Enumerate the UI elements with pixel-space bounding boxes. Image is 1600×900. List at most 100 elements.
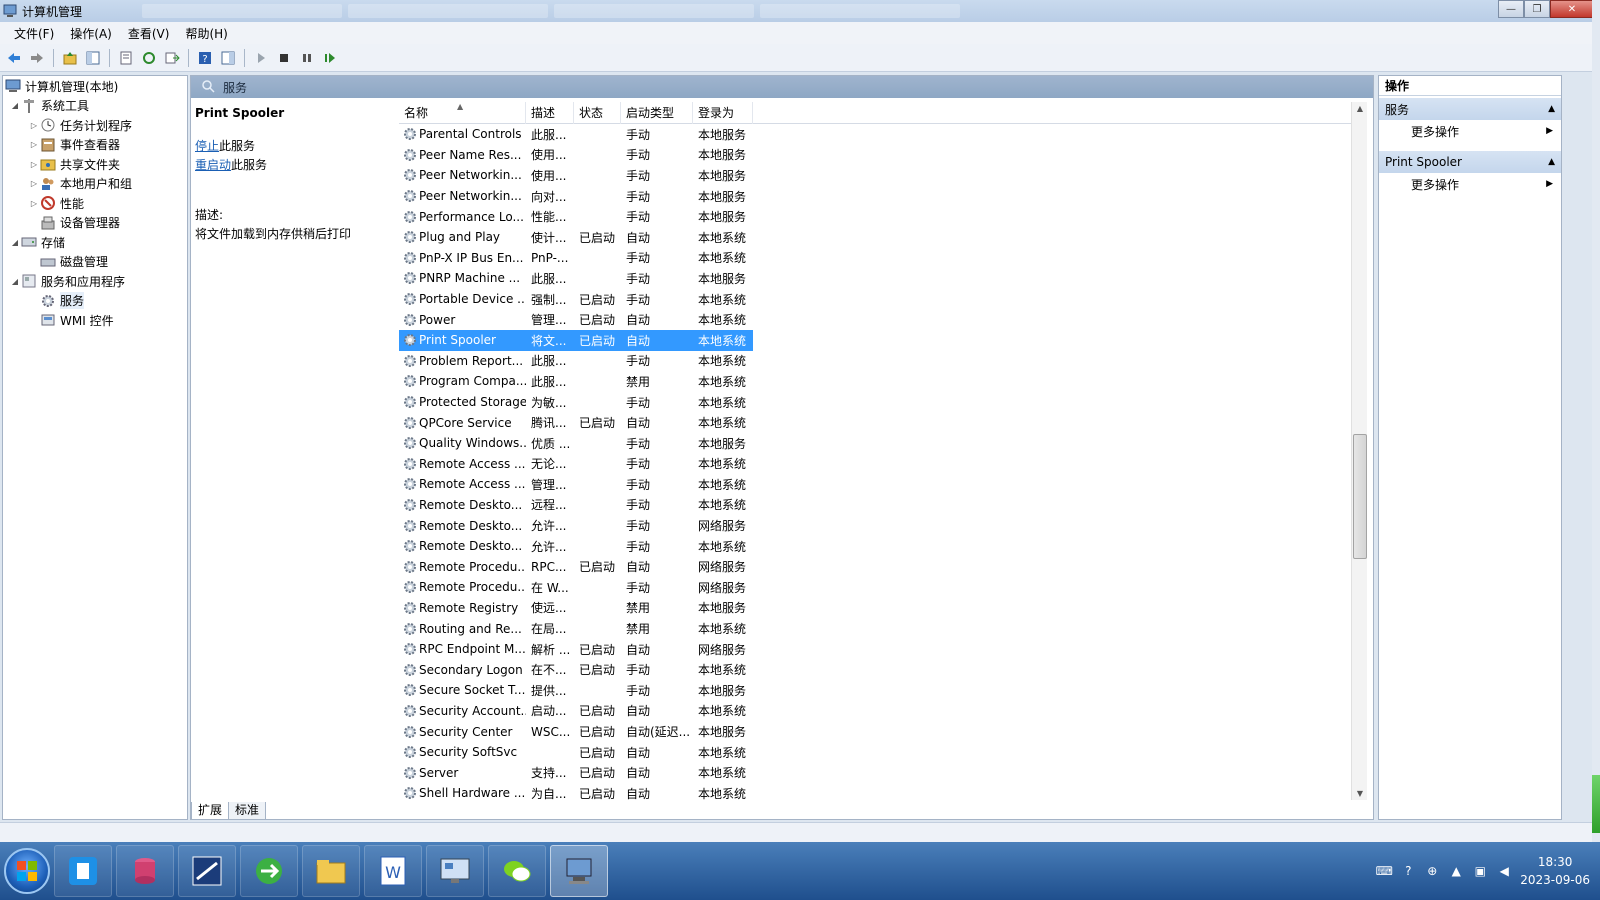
volume-muted-icon[interactable]: ◀ [1496, 863, 1512, 879]
help-icon[interactable]: ? [195, 48, 215, 68]
pause-service-icon[interactable] [297, 48, 317, 68]
tab-standard[interactable]: 标准 [228, 802, 267, 820]
table-row[interactable]: Secondary Logon 在不... 已启动 手动 本地系统 [399, 659, 753, 680]
back-icon[interactable] [4, 48, 24, 68]
actions-section-print-spooler[interactable]: Print Spooler ▲ [1379, 151, 1561, 173]
more-actions-services[interactable]: 更多操作 ▶ [1379, 120, 1561, 142]
export-list-icon[interactable] [162, 48, 182, 68]
taskbar-app-computer-management[interactable] [550, 845, 608, 897]
tree-system-tools[interactable]: ◢ 系统工具 [9, 96, 89, 116]
table-row[interactable]: Secure Socket T... 提供... 手动 本地服务 [399, 680, 753, 701]
minimize-button[interactable]: — [1498, 0, 1524, 18]
scroll-up-icon[interactable]: ▲ [1352, 104, 1368, 113]
network-icon[interactable]: ▣ [1472, 863, 1488, 879]
table-row[interactable]: Remote Deskto... 远程... 手动 本地系统 [399, 495, 753, 516]
help-tray-icon[interactable]: ? [1400, 863, 1416, 879]
table-row[interactable]: Problem Report... 此服... 手动 本地系统 [399, 351, 753, 372]
tree-services[interactable]: 服务 [40, 291, 85, 311]
taskbar-app-remote[interactable] [426, 845, 484, 897]
table-row[interactable]: Print Spooler 将文... 已启动 自动 本地系统 [399, 329, 753, 351]
table-row[interactable]: Security Center WSC... 已启动 自动(延迟... 本地服务 [399, 721, 753, 742]
tree-device-manager[interactable]: 设备管理器 [40, 213, 120, 233]
tree-event-viewer[interactable]: ▷ 事件查看器 [28, 135, 120, 155]
tree-disk-management[interactable]: 磁盘管理 [40, 252, 108, 272]
table-row[interactable]: Peer Networkin... 向对... 手动 本地服务 [399, 186, 753, 207]
restart-service-link[interactable]: 重启动 [195, 158, 231, 172]
collapse-arrow-icon[interactable]: ◢ [9, 101, 21, 110]
start-service-icon[interactable] [251, 48, 271, 68]
table-row[interactable]: Server 支持... 已启动 自动 本地系统 [399, 762, 753, 783]
stop-service-icon[interactable] [274, 48, 294, 68]
column-startup-type[interactable]: 启动类型 [621, 102, 693, 124]
taskbar-app-database[interactable] [116, 845, 174, 897]
column-name[interactable]: ▲ 名称 [399, 102, 526, 124]
actions-section-services[interactable]: 服务 ▲ [1379, 98, 1561, 120]
collapse-up-icon[interactable]: ▲ [1548, 104, 1555, 114]
tree-shared-folders[interactable]: ▷ 共享文件夹 [28, 154, 120, 174]
table-row[interactable]: Protected Storage 为敏... 手动 本地系统 [399, 392, 753, 413]
taskbar-app-word[interactable]: W [364, 845, 422, 897]
menu-help[interactable]: 帮助(H) [177, 25, 235, 42]
table-row[interactable]: PNRP Machine ... 此服... 手动 本地服务 [399, 268, 753, 289]
table-row[interactable]: Remote Deskto... 允许... 手动 本地系统 [399, 536, 753, 557]
tree-local-users[interactable]: ▷ 本地用户和组 [28, 174, 132, 194]
table-row[interactable]: Peer Name Res... 使用... 手动 本地服务 [399, 145, 753, 166]
keyboard-icon[interactable]: ⌨ [1376, 863, 1393, 879]
table-row[interactable]: Remote Deskto... 允许... 手动 网络服务 [399, 515, 753, 536]
column-description[interactable]: 描述 [526, 102, 574, 124]
collapse-arrow-icon[interactable]: ◢ [9, 238, 21, 247]
table-row[interactable]: Security SoftSvc 已启动 自动 本地系统 [399, 742, 753, 763]
table-row[interactable]: Quality Windows... 优质 ... 手动 本地服务 [399, 433, 753, 454]
menu-file[interactable]: 文件(F) [6, 25, 62, 42]
table-row[interactable]: Peer Networkin... 使用... 手动 本地服务 [399, 165, 753, 186]
taskbar-app-wechat[interactable] [488, 845, 546, 897]
forward-icon[interactable] [27, 48, 47, 68]
table-row[interactable]: Portable Device ... 强制... 已启动 手动 本地系统 [399, 289, 753, 310]
expand-arrow-icon[interactable]: ▷ [28, 199, 40, 208]
scroll-down-icon[interactable]: ▼ [1352, 789, 1368, 798]
tab-extended[interactable]: 扩展 [191, 802, 230, 820]
table-row[interactable]: Power 管理... 已启动 自动 本地系统 [399, 309, 753, 330]
tree-task-scheduler[interactable]: ▷ 任务计划程序 [28, 115, 132, 135]
show-hide-tree-icon[interactable] [83, 48, 103, 68]
table-row[interactable]: Security Account... 启动... 已启动 自动 本地系统 [399, 701, 753, 722]
table-row[interactable]: Parental Controls 此服... 手动 本地服务 [399, 124, 753, 145]
up-folder-icon[interactable] [60, 48, 80, 68]
restart-service-icon[interactable] [320, 48, 340, 68]
expand-arrow-icon[interactable]: ▷ [28, 140, 40, 149]
table-row[interactable]: Remote Procedu... 在 W... 手动 网络服务 [399, 577, 753, 598]
close-button[interactable]: ✕ [1550, 0, 1594, 18]
taskbar-app-messenger[interactable] [54, 845, 112, 897]
tree-services-apps[interactable]: ◢ 服务和应用程序 [9, 271, 125, 291]
stop-service-link[interactable]: 停止 [195, 139, 219, 153]
table-row[interactable]: Remote Access ... 无论... 手动 本地系统 [399, 454, 753, 475]
expand-arrow-icon[interactable]: ▷ [28, 160, 40, 169]
taskbar-app-browser[interactable] [240, 845, 298, 897]
tree-wmi[interactable]: WMI 控件 [40, 310, 114, 330]
input-method-icon[interactable]: ⊕ [1424, 863, 1440, 879]
tree-storage[interactable]: ◢ 存储 [9, 232, 65, 252]
table-row[interactable]: RPC Endpoint M... 解析 ... 已启动 自动 网络服务 [399, 639, 753, 660]
more-actions-print-spooler[interactable]: 更多操作 ▶ [1379, 173, 1561, 195]
table-row[interactable]: Performance Lo... 性能... 手动 本地服务 [399, 206, 753, 227]
table-row[interactable]: Remote Registry 使远... 禁用 本地服务 [399, 598, 753, 619]
refresh-icon[interactable] [139, 48, 159, 68]
table-row[interactable]: PnP-X IP Bus En... PnP-... 手动 本地系统 [399, 248, 753, 269]
table-row[interactable]: Shell Hardware ... 为自... 已启动 自动 本地系统 [399, 783, 753, 800]
clock[interactable]: 18:30 2023-09-06 [1520, 853, 1590, 889]
tree-root[interactable]: 计算机管理(本地) [5, 76, 118, 96]
taskbar-app-tool[interactable] [178, 845, 236, 897]
menu-view[interactable]: 查看(V) [120, 25, 178, 42]
menu-action[interactable]: 操作(A) [62, 25, 120, 42]
collapse-up-icon[interactable]: ▲ [1548, 157, 1555, 167]
collapse-arrow-icon[interactable]: ◢ [9, 277, 21, 286]
table-row[interactable]: Plug and Play 使计... 已启动 自动 本地系统 [399, 227, 753, 248]
table-row[interactable]: QPCore Service 腾讯... 已启动 自动 本地系统 [399, 412, 753, 433]
table-row[interactable]: Remote Access ... 管理... 手动 本地系统 [399, 474, 753, 495]
table-row[interactable]: Program Compa... 此服... 禁用 本地系统 [399, 371, 753, 392]
show-hidden-icons-icon[interactable]: ▲ [1448, 863, 1464, 879]
column-log-on-as[interactable]: 登录为 [693, 102, 753, 124]
show-action-pane-icon[interactable] [218, 48, 238, 68]
taskbar-app-explorer[interactable] [302, 845, 360, 897]
start-button[interactable] [4, 848, 50, 894]
